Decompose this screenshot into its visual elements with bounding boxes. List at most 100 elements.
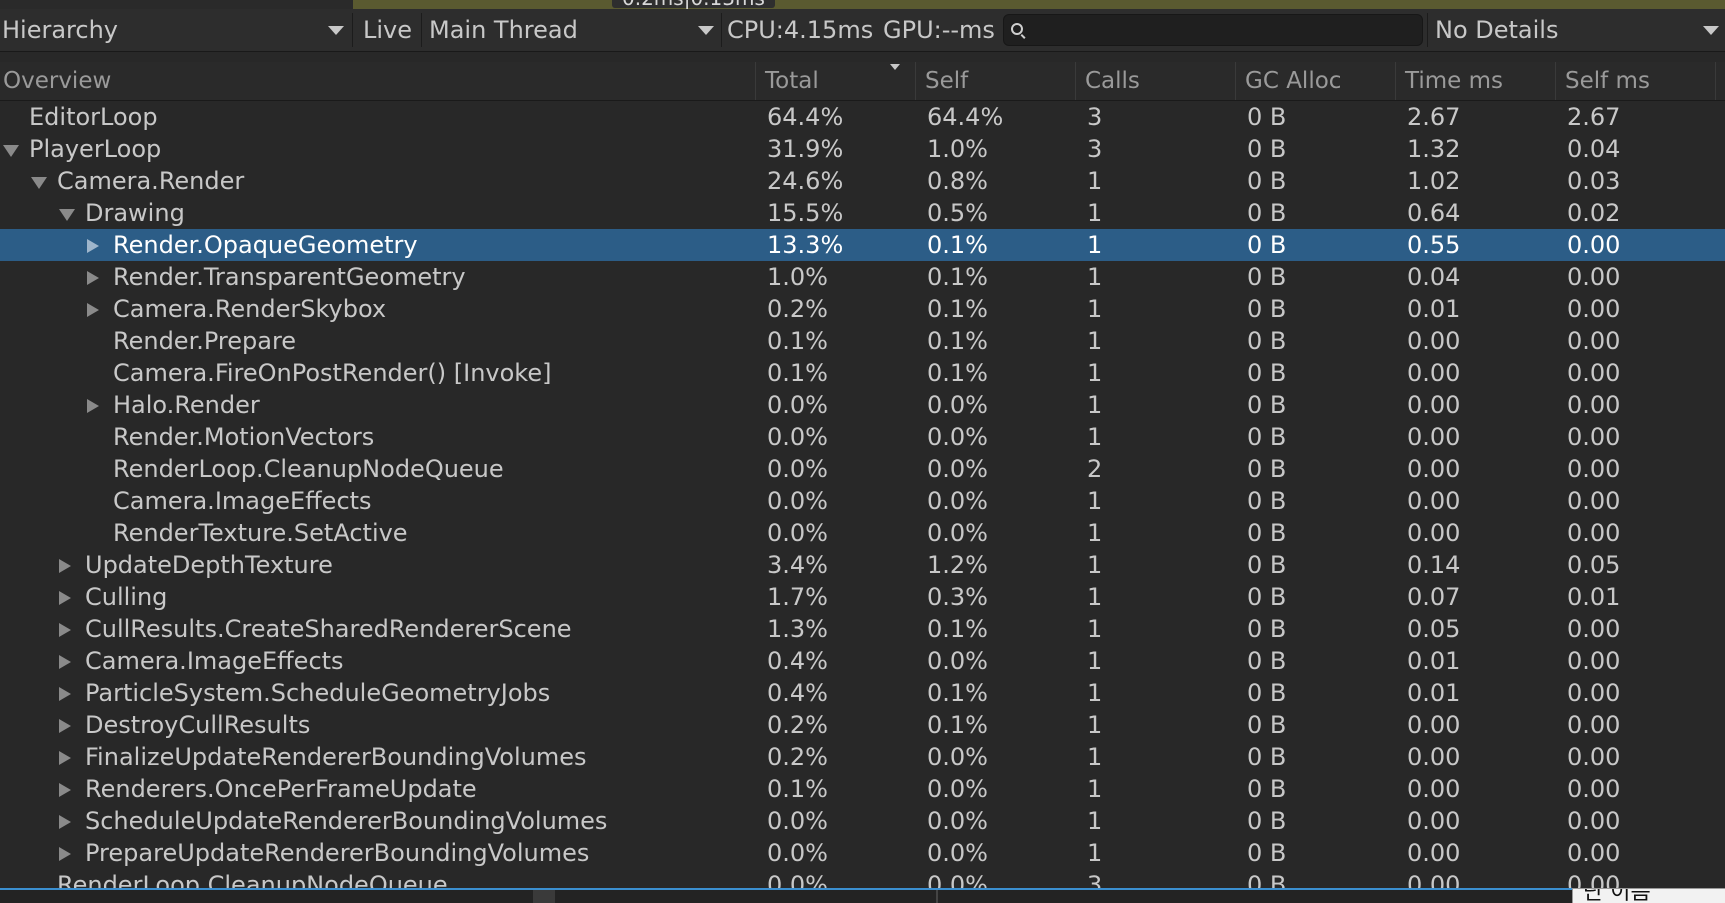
profiler-toolbar: Hierarchy Live Main Thread CPU:4.15ms GP… <box>0 9 1725 52</box>
column-overview[interactable]: Overview <box>0 62 111 100</box>
sample-name: PlayerLoop <box>29 135 162 163</box>
time-ms-cell: 0.00 <box>1407 711 1461 739</box>
self-cell: 0.3% <box>927 583 988 611</box>
toolbar-divider <box>721 13 722 47</box>
table-row[interactable]: Camera.Render 24.6% 0.8% 1 0 B 1.02 0.03 <box>0 165 1725 197</box>
gc-alloc-cell: 0 B <box>1247 231 1287 259</box>
foldout-collapsed-icon[interactable] <box>59 687 71 701</box>
self-ms-cell: 0.00 <box>1567 231 1621 259</box>
foldout-collapsed-icon[interactable] <box>59 591 71 605</box>
self-cell: 0.0% <box>927 519 988 547</box>
table-row[interactable]: Camera.RenderSkybox 0.2% 0.1% 1 0 B 0.01 0.00 <box>0 293 1725 325</box>
foldout-collapsed-icon[interactable] <box>59 783 71 797</box>
table-row[interactable]: RenderTexture.SetActive 0.0% 0.0% 1 0 B 0.00 0… <box>0 517 1725 549</box>
calls-cell: 1 <box>1087 263 1103 291</box>
sample-name: ParticleSystem.ScheduleGeometryJobs <box>85 679 551 707</box>
table-row[interactable]: PlayerLoop 31.9% 1.0% 3 0 B 1.32 0.04 <box>0 133 1725 165</box>
column-total[interactable]: Total <box>762 62 819 100</box>
total-cell: 0.4% <box>767 679 828 707</box>
gc-alloc-cell: 0 B <box>1247 199 1287 227</box>
table-row[interactable]: FinalizeUpdateRendererBoundingVolumes 0.2… <box>0 741 1725 773</box>
details-dropdown[interactable]: No Details <box>1435 9 1725 51</box>
self-ms-cell: 0.00 <box>1567 391 1621 419</box>
view-mode-dropdown[interactable]: Hierarchy <box>2 9 346 51</box>
table-row[interactable]: UpdateDepthTexture 3.4% 1.2% 1 0 B 0.14 0.05 <box>0 549 1725 581</box>
gc-alloc-cell: 0 B <box>1247 135 1287 163</box>
foldout-collapsed-icon[interactable] <box>59 559 71 573</box>
column-divider[interactable] <box>1395 62 1396 100</box>
self-ms-cell: 0.03 <box>1567 167 1621 195</box>
foldout-collapsed-icon[interactable] <box>59 719 71 733</box>
sample-name: Camera.ImageEffects <box>113 487 372 515</box>
foldout-collapsed-icon[interactable] <box>59 655 71 669</box>
calls-cell: 3 <box>1087 103 1103 131</box>
table-row[interactable]: Camera.ImageEffects 0.0% 0.0% 1 0 B 0.00 0.00 <box>0 485 1725 517</box>
self-ms-cell: 0.00 <box>1567 839 1621 867</box>
total-cell: 3.4% <box>767 551 828 579</box>
foldout-expanded-icon[interactable] <box>59 209 75 221</box>
table-row[interactable]: EditorLoop 64.4% 64.4% 3 0 B 2.67 2.67 <box>0 101 1725 133</box>
gc-alloc-cell: 0 B <box>1247 615 1287 643</box>
foldout-collapsed-icon[interactable] <box>59 623 71 637</box>
live-toggle[interactable]: Live <box>363 9 412 51</box>
table-row[interactable]: Culling 1.7% 0.3% 1 0 B 0.07 0.01 <box>0 581 1725 613</box>
table-row[interactable]: Render.MotionVectors 0.0% 0.0% 1 0 B 0.00 0.00 <box>0 421 1725 453</box>
search-field[interactable] <box>1003 14 1423 47</box>
table-row[interactable]: ScheduleUpdateRendererBoundingVolumes 0.0… <box>0 805 1725 837</box>
column-time-ms[interactable]: Time ms <box>1402 62 1503 100</box>
foldout-collapsed-icon[interactable] <box>59 847 71 861</box>
table-row[interactable]: PrepareUpdateRendererBoundingVolumes 0.0%… <box>0 837 1725 869</box>
column-self-ms[interactable]: Self ms <box>1562 62 1650 100</box>
column-gc-alloc[interactable]: GC Alloc <box>1242 62 1341 100</box>
foldout-collapsed-icon[interactable] <box>59 815 71 829</box>
timeline-strip[interactable]: 0.2ms|0.13ms <box>0 0 1725 9</box>
table-row[interactable]: Halo.Render 0.0% 0.0% 1 0 B 0.00 0.00 <box>0 389 1725 421</box>
column-divider[interactable] <box>1715 62 1716 100</box>
total-cell: 0.0% <box>767 519 828 547</box>
column-divider[interactable] <box>1235 62 1236 100</box>
calls-cell: 2 <box>1087 455 1103 483</box>
thread-dropdown[interactable]: Main Thread <box>429 9 716 51</box>
splitter-handle[interactable] <box>936 890 938 903</box>
foldout-collapsed-icon[interactable] <box>87 239 99 253</box>
sample-name: RenderLoop.CleanupNodeQueue <box>57 871 448 888</box>
foldout-collapsed-icon[interactable] <box>87 399 99 413</box>
self-cell: 0.1% <box>927 295 988 323</box>
table-row[interactable]: Renderers.OncePerFrameUpdate 0.1% 0.0% 1 0 B… <box>0 773 1725 805</box>
table-row[interactable]: RenderLoop.CleanupNodeQueue 0.0% 0.0% 3 0 B 0… <box>0 869 1725 888</box>
column-self[interactable]: Self <box>922 62 968 100</box>
table-row[interactable]: Render.Prepare 0.1% 0.1% 1 0 B 0.00 0.00 <box>0 325 1725 357</box>
table-row-selected[interactable]: Render.OpaqueGeometry 13.3% 0.1% 1 0 B 0.55 0.… <box>0 229 1725 261</box>
self-cell: 0.0% <box>927 455 988 483</box>
table-row[interactable]: Render.TransparentGeometry 1.0% 0.1% 1 0 B 0.… <box>0 261 1725 293</box>
search-input[interactable] <box>1030 15 1419 47</box>
table-row[interactable]: Drawing 15.5% 0.5% 1 0 B 0.64 0.02 <box>0 197 1725 229</box>
table-row[interactable]: DestroyCullResults 0.2% 0.1% 1 0 B 0.00 0.00 <box>0 709 1725 741</box>
foldout-collapsed-icon[interactable] <box>87 271 99 285</box>
foldout-expanded-icon[interactable] <box>31 177 47 189</box>
sample-name: Halo.Render <box>113 391 260 419</box>
column-divider[interactable] <box>1555 62 1556 100</box>
table-row[interactable]: CullResults.CreateSharedRendererScene 1.3… <box>0 613 1725 645</box>
self-ms-cell: 0.00 <box>1567 775 1621 803</box>
foldout-collapsed-icon[interactable] <box>87 303 99 317</box>
table-row[interactable]: Camera.FireOnPostRender() [Invoke] 0.1% 0.… <box>0 357 1725 389</box>
time-ms-cell: 0.14 <box>1407 551 1461 579</box>
calls-cell: 1 <box>1087 519 1103 547</box>
self-ms-cell: 0.00 <box>1567 615 1621 643</box>
foldout-collapsed-icon[interactable] <box>59 751 71 765</box>
column-divider[interactable] <box>1075 62 1076 100</box>
table-row[interactable]: Camera.ImageEffects 0.4% 0.0% 1 0 B 0.01 0.00 <box>0 645 1725 677</box>
column-divider[interactable] <box>915 62 916 100</box>
column-divider[interactable] <box>755 62 756 100</box>
toolbar-divider <box>1427 13 1428 47</box>
column-calls[interactable]: Calls <box>1082 62 1140 100</box>
self-cell: 0.0% <box>927 647 988 675</box>
table-row[interactable]: ParticleSystem.ScheduleGeometryJobs 0.4% 0… <box>0 677 1725 709</box>
scrollbar-thumb[interactable] <box>533 890 555 903</box>
self-cell: 0.0% <box>927 807 988 835</box>
foldout-expanded-icon[interactable] <box>3 145 19 157</box>
table-row[interactable]: RenderLoop.CleanupNodeQueue 0.0% 0.0% 2 0 B 0… <box>0 453 1725 485</box>
self-ms-cell: 0.00 <box>1567 359 1621 387</box>
chevron-down-icon <box>1703 26 1719 35</box>
